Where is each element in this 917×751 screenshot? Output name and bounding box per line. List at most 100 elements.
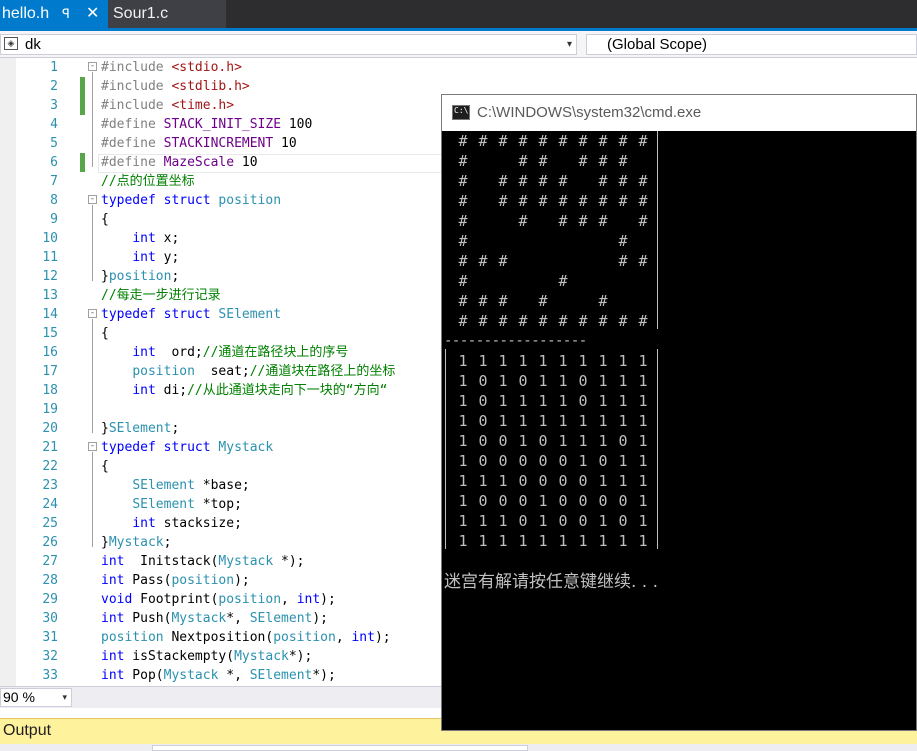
matrix-cell: 1 — [598, 372, 608, 390]
code-text: int Push(Mystack*, SElement); — [101, 611, 329, 626]
line-number: 26 — [42, 535, 58, 550]
matrix-cell: 1 — [638, 392, 648, 410]
maze-cell: # — [498, 252, 508, 270]
outline-guide — [92, 319, 93, 433]
console-message: 迷宫有解请按任意键继续. . . — [444, 572, 659, 592]
maze-cell: # — [558, 132, 568, 150]
code-text: }Mystack; — [101, 535, 172, 550]
matrix-cell: 0 — [538, 472, 548, 490]
maze-cell: # — [618, 252, 628, 270]
code-text: int stacksize; — [132, 516, 242, 531]
maze-grid-row: # # # # # # # # — [453, 171, 663, 191]
line-number: 10 — [42, 231, 58, 246]
line-number: 23 — [42, 478, 58, 493]
maze-grid-row: # # # # # # — [453, 211, 663, 231]
matrix-grid-row: 1001011101 — [453, 431, 663, 451]
tab-hello-h[interactable]: hello.h ꟼ ✕ — [0, 0, 108, 28]
output-source-dropdown[interactable] — [152, 745, 528, 751]
matrix-grid-row: 1110100101 — [453, 511, 663, 531]
scope-dropdown[interactable]: (Global Scope) — [586, 34, 917, 55]
maze-cell: # — [458, 312, 468, 330]
matrix-cell: 1 — [538, 392, 548, 410]
code-text: int isStackempty(Mystack*); — [101, 649, 313, 664]
line-number: 4 — [50, 117, 58, 132]
matrix-cell: 1 — [538, 412, 548, 430]
project-dropdown[interactable]: ◈ dk ▾ — [0, 34, 577, 55]
code-text: position seat;//通道块在路径上的坐标 — [132, 364, 396, 379]
line-number: 2 — [50, 79, 58, 94]
maze-cell: # — [578, 152, 588, 170]
chevron-down-icon[interactable]: ▾ — [62, 689, 67, 706]
maze-cell: # — [638, 192, 648, 210]
maze-cell: # — [458, 152, 468, 170]
matrix-cell: 0 — [558, 452, 568, 470]
maze-cell: # — [558, 212, 568, 230]
matrix-cell: 1 — [538, 492, 548, 510]
maze-cell: # — [618, 132, 628, 150]
matrix-cell: 1 — [598, 352, 608, 370]
maze-cell: # — [518, 152, 528, 170]
matrix-cell: 0 — [498, 452, 508, 470]
matrix-cell: 0 — [478, 412, 488, 430]
maze-cell: # — [478, 312, 488, 330]
matrix-cell: 1 — [598, 472, 608, 490]
line-number: 33 — [42, 668, 58, 683]
console-window[interactable]: C:\ C:\WINDOWS\system32\cmd.exe --------… — [441, 94, 917, 731]
maze-cell: # — [458, 172, 468, 190]
pin-icon[interactable]: ꟼ — [62, 0, 70, 28]
matrix-grid-row: 1111111111 — [453, 531, 663, 551]
matrix-cell: 1 — [458, 472, 468, 490]
maze-cell: # — [598, 152, 608, 170]
code-line[interactable]: 1 - #include <stdio.h> — [0, 58, 917, 77]
matrix-cell: 1 — [558, 372, 568, 390]
console-title-bar[interactable]: C:\ C:\WINDOWS\system32\cmd.exe — [442, 95, 916, 131]
code-text: #include <stdio.h> — [101, 60, 242, 75]
collapse-icon[interactable]: - — [88, 62, 97, 71]
collapse-icon[interactable]: - — [88, 442, 97, 451]
zoom-dropdown[interactable]: 90 % ▾ — [0, 688, 72, 707]
matrix-cell: 1 — [538, 372, 548, 390]
maze-grid-row: # # — [453, 271, 663, 291]
code-text: { — [101, 459, 109, 474]
matrix-cell: 1 — [618, 452, 628, 470]
matrix-cell: 0 — [538, 452, 548, 470]
matrix-cell: 1 — [578, 432, 588, 450]
tab-sour1-c[interactable]: Sour1.c — [108, 0, 226, 28]
collapse-icon[interactable]: - — [88, 195, 97, 204]
code-text: int ord;//通道在路径块上的序号 — [132, 345, 349, 360]
line-number: 22 — [42, 459, 58, 474]
project-icon: ◈ — [4, 37, 18, 50]
maze-cell: # — [618, 192, 628, 210]
maze-cell: # — [538, 132, 548, 150]
matrix-cell: 1 — [498, 352, 508, 370]
matrix-grid-row: 1011111111 — [453, 411, 663, 431]
maze-cell: # — [498, 172, 508, 190]
matrix-cell: 0 — [578, 512, 588, 530]
maze-cell: # — [638, 312, 648, 330]
line-number: 20 — [42, 421, 58, 436]
matrix-cell: 1 — [498, 532, 508, 550]
maze-cell: # — [558, 272, 568, 290]
maze-cell: # — [558, 192, 568, 210]
code-text: int di;//从此通道块走向下一块的“方向“ — [132, 383, 388, 398]
chevron-down-icon[interactable]: ▾ — [567, 35, 572, 54]
line-number: 7 — [50, 174, 58, 189]
matrix-cell: 0 — [478, 372, 488, 390]
line-number: 21 — [42, 440, 58, 455]
close-icon[interactable]: ✕ — [86, 0, 99, 28]
collapse-icon[interactable]: - — [88, 309, 97, 318]
matrix-cell: 0 — [618, 512, 628, 530]
matrix-grid-row: 1010110111 — [453, 371, 663, 391]
code-text: #include <time.h> — [101, 98, 235, 113]
maze-cell: # — [638, 172, 648, 190]
maze-cell: # — [618, 172, 628, 190]
matrix-cell: 0 — [518, 472, 528, 490]
matrix-cell: 1 — [598, 512, 608, 530]
matrix-cell: 1 — [478, 512, 488, 530]
line-number: 13 — [42, 288, 58, 303]
code-text: int x; — [132, 231, 180, 246]
maze-cell: # — [478, 132, 488, 150]
maze-cell: # — [638, 132, 648, 150]
maze-cell: # — [638, 212, 648, 230]
cmd-icon: C:\ — [452, 105, 470, 120]
